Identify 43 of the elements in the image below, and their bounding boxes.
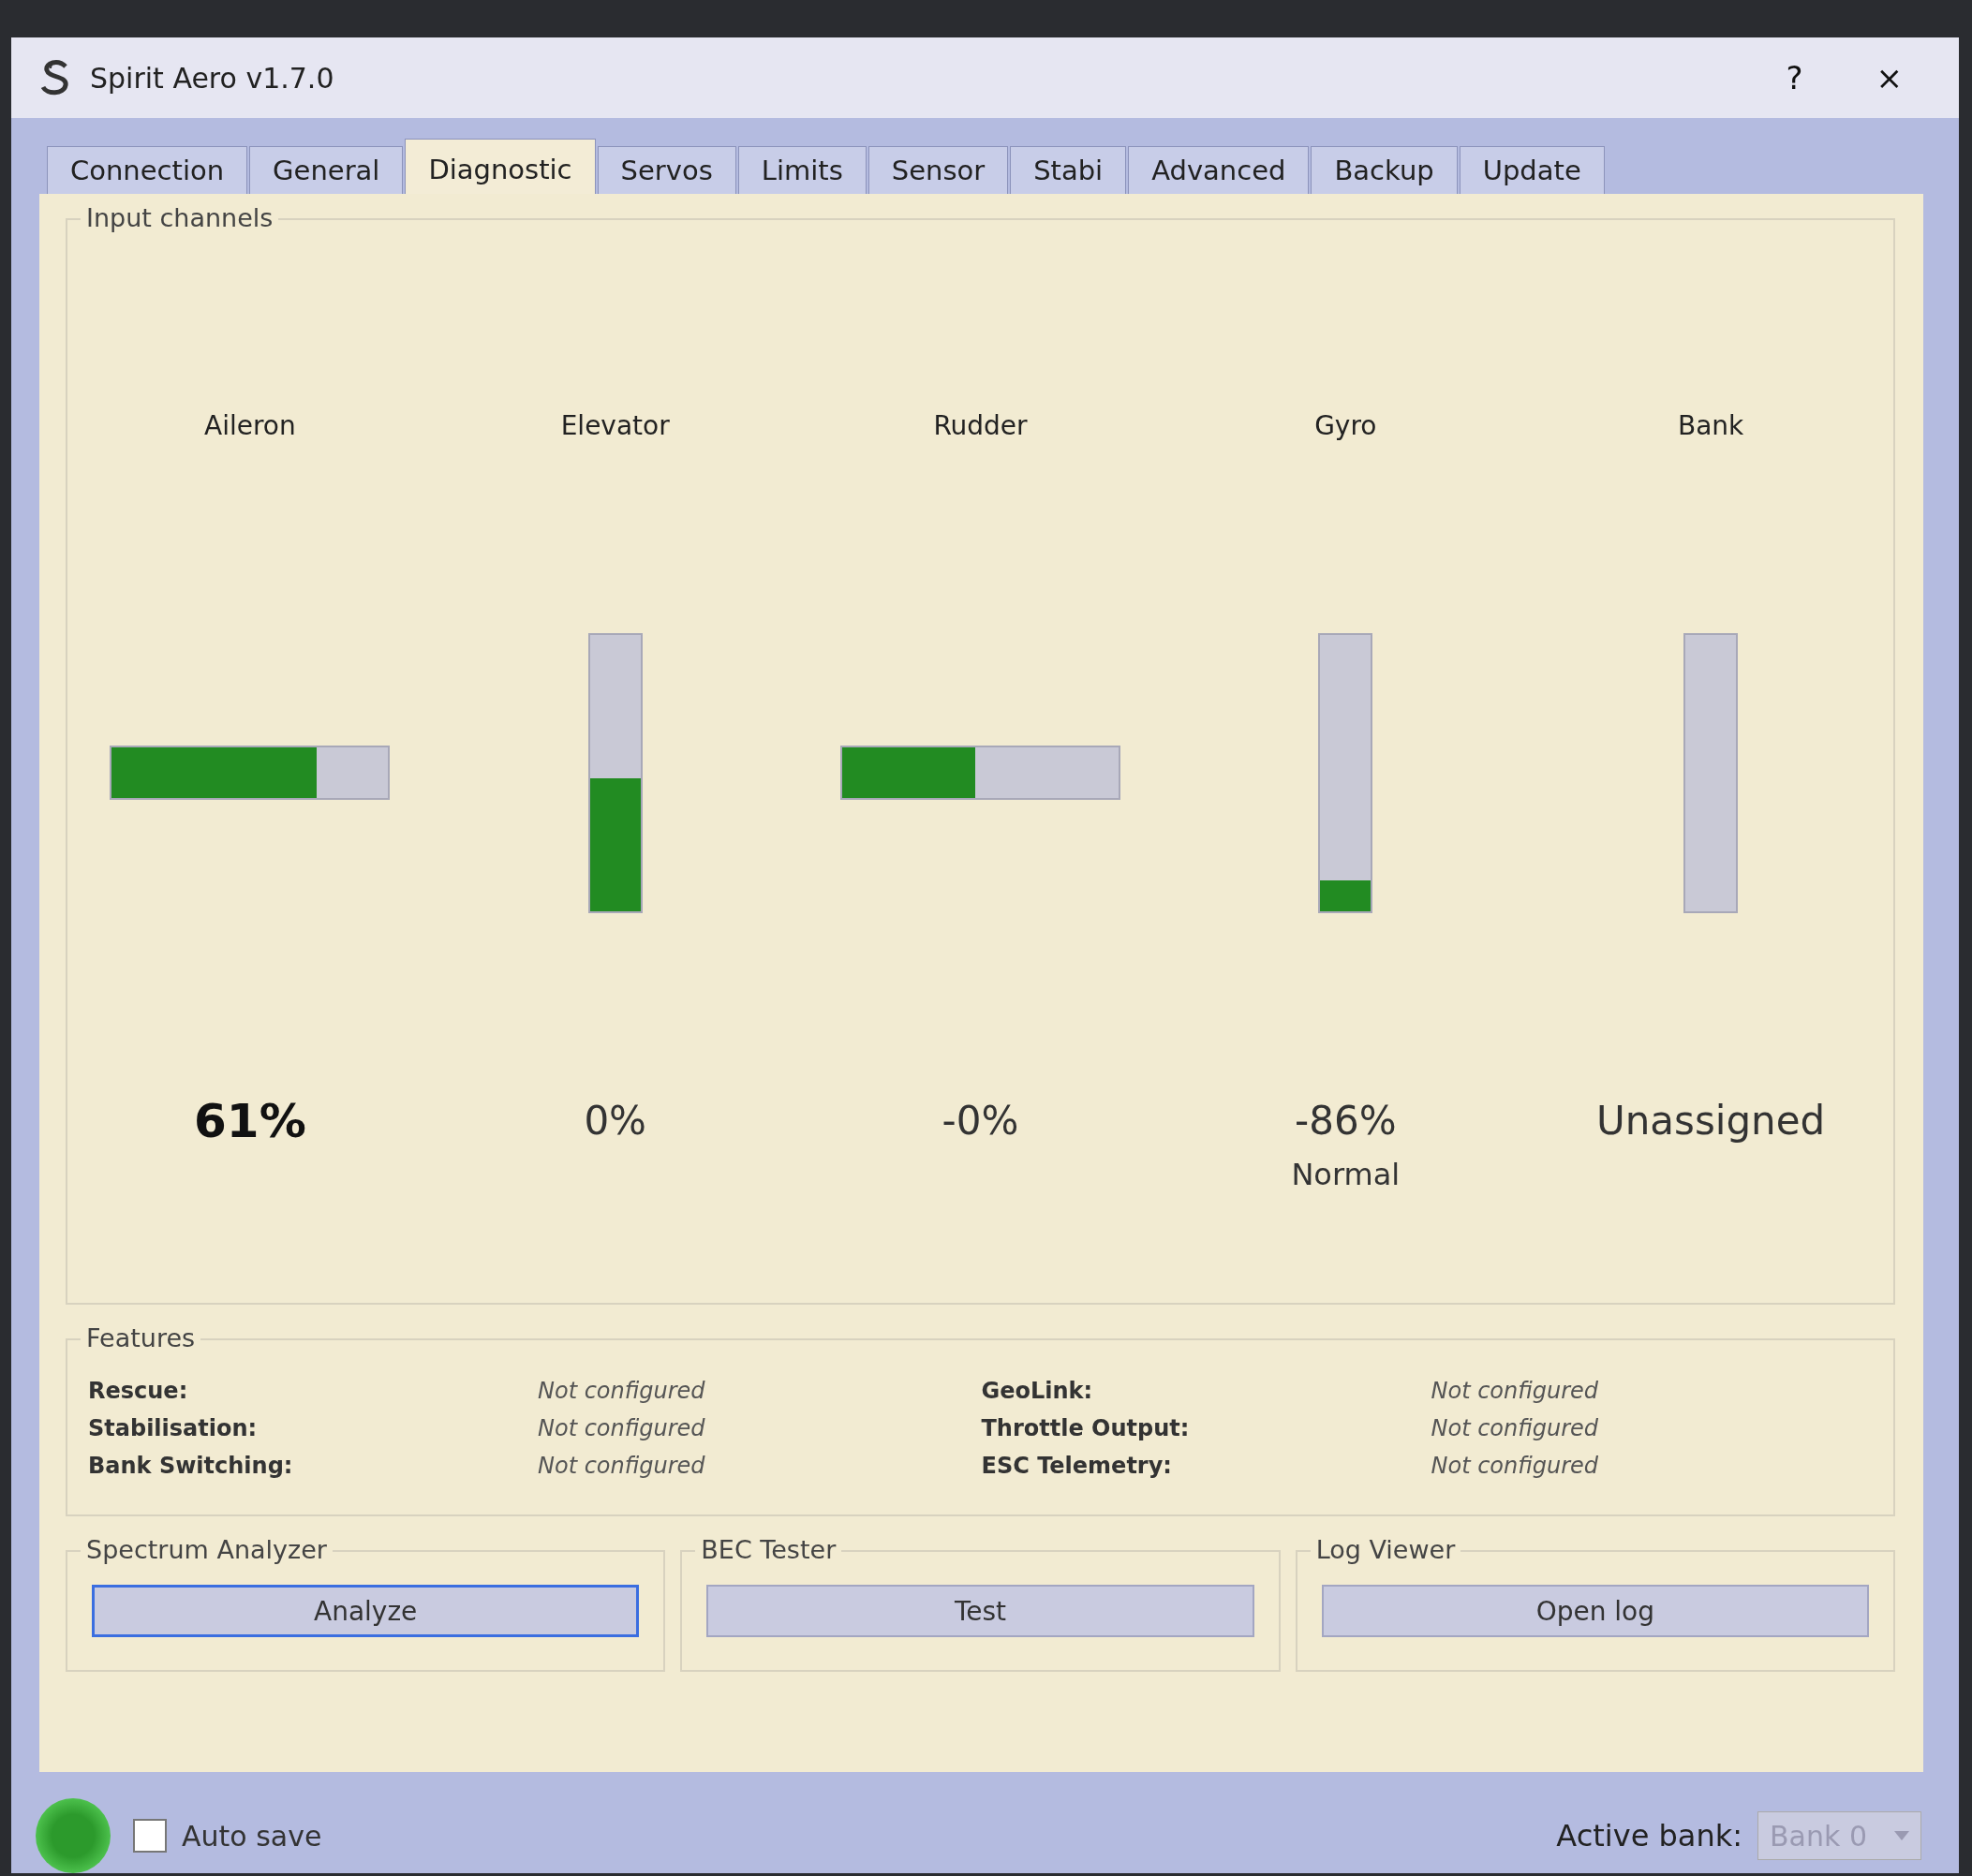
- tab[interactable]: Advanced: [1128, 146, 1310, 194]
- channel-value: -0%: [942, 1097, 1019, 1145]
- feature-status: Not configured: [1431, 1378, 1600, 1404]
- channel-name: Gyro: [1314, 409, 1377, 443]
- feature-label: GeoLink:: [981, 1378, 1094, 1404]
- checkbox-label: Auto save: [182, 1819, 323, 1853]
- channel-name: Rudder: [933, 409, 1028, 443]
- tab[interactable]: Connection: [47, 146, 248, 194]
- feature-label: ESC Telemetry:: [981, 1453, 1173, 1479]
- close-button[interactable]: ×: [1847, 59, 1931, 96]
- window-title: Spirit Aero v1.7.0: [90, 61, 335, 95]
- tab[interactable]: Sensor: [867, 146, 1009, 194]
- tool-button[interactable]: Test: [706, 1585, 1254, 1637]
- help-button[interactable]: ?: [1757, 59, 1831, 96]
- caret-icon: [1894, 1831, 1909, 1840]
- tab[interactable]: Stabi: [1010, 146, 1127, 194]
- active-bank-label: Active bank:: [1556, 1818, 1742, 1854]
- channel-name: Elevator: [560, 409, 670, 443]
- channel-name: Bank: [1677, 409, 1744, 443]
- feature-label: Stabilisation:: [88, 1415, 259, 1441]
- channel-value: Unassigned: [1595, 1097, 1826, 1145]
- channel-value: -86%: [1295, 1097, 1397, 1145]
- feature-label: Rescue:: [88, 1378, 189, 1404]
- feature-label: Throttle Output:: [981, 1415, 1191, 1441]
- auto-save-checkbox[interactable]: [133, 1819, 167, 1853]
- channel-value: 61%: [194, 1093, 306, 1149]
- tab[interactable]: Limits: [737, 146, 867, 194]
- tab[interactable]: Update: [1459, 146, 1605, 194]
- tab[interactable]: Diagnostic: [405, 139, 596, 194]
- channel-name: Aileron: [204, 409, 296, 443]
- tab[interactable]: General: [249, 146, 404, 194]
- tool-button[interactable]: Open log: [1321, 1585, 1869, 1637]
- tab[interactable]: Backup: [1311, 146, 1458, 194]
- feature-label: Bank Switching:: [88, 1453, 294, 1479]
- channel-mode: Normal: [1291, 1157, 1401, 1192]
- feature-status: Not configured: [1431, 1415, 1600, 1441]
- feature-status: Not configured: [538, 1415, 706, 1441]
- channel-value: 0%: [584, 1097, 646, 1145]
- feature-status: Not configured: [538, 1378, 706, 1404]
- feature-status: Not configured: [1431, 1453, 1600, 1479]
- tool-button[interactable]: Analyze: [92, 1585, 640, 1637]
- feature-status: Not configured: [538, 1453, 706, 1479]
- tab[interactable]: Servos: [597, 146, 736, 194]
